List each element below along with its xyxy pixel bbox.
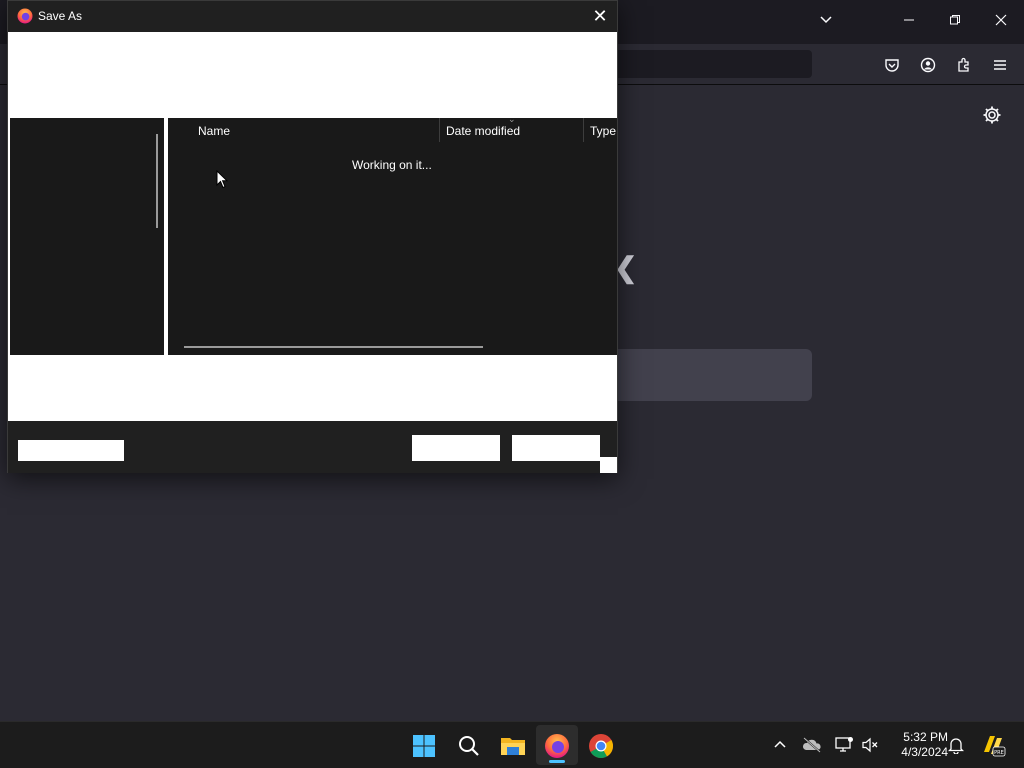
clock-date: 4/3/2024 — [901, 745, 948, 759]
column-header-type[interactable]: Type — [584, 118, 617, 144]
dialog-title: Save As — [38, 9, 83, 23]
navigation-pane[interactable] — [10, 118, 164, 355]
search-box[interactable] — [612, 349, 812, 401]
restore-icon[interactable] — [940, 10, 970, 34]
list-all-tabs-icon[interactable] — [811, 10, 841, 34]
resize-grip[interactable] — [600, 457, 617, 473]
mouse-pointer-icon — [216, 169, 229, 194]
dialog-footer — [8, 421, 617, 473]
taskbar: 5:32 PM 4/3/2024 PRE — [0, 721, 1024, 768]
copilot-pre-icon[interactable]: PRE — [980, 732, 1006, 758]
chrome-icon[interactable] — [583, 728, 619, 764]
address-area — [8, 32, 617, 118]
url-bar[interactable] — [610, 50, 812, 78]
menu-icon[interactable] — [987, 52, 1013, 78]
account-icon[interactable] — [915, 52, 941, 78]
file-explorer-icon[interactable] — [495, 728, 531, 764]
svg-text:PRE: PRE — [994, 750, 1004, 756]
filename-area — [8, 355, 617, 421]
onedrive-offline-icon[interactable] — [801, 734, 823, 756]
search-icon[interactable] — [451, 728, 487, 764]
column-header-name[interactable]: Name — [192, 118, 440, 144]
save-as-dialog: Save As ✕ Name ⌄ Date modified Type Work… — [7, 0, 618, 473]
volume-muted-icon[interactable] — [859, 734, 881, 756]
horizontal-scrollbar[interactable] — [184, 346, 483, 348]
loading-status: Working on it... — [352, 158, 432, 172]
firefox-taskbar-icon[interactable] — [539, 728, 575, 764]
show-hidden-icons-chevron-icon[interactable] — [769, 734, 791, 756]
clock-time: 5:32 PM — [903, 730, 948, 744]
start-windows-icon[interactable] — [406, 728, 442, 764]
firefox-icon — [17, 8, 33, 29]
notifications-bell-icon[interactable] — [945, 734, 967, 756]
column-header-date-modified[interactable]: Date modified — [440, 118, 584, 144]
pocket-icon[interactable] — [879, 52, 905, 78]
network-icon[interactable] — [833, 734, 855, 756]
close-window-icon[interactable] — [986, 10, 1016, 34]
navigation-scrollbar[interactable] — [156, 134, 158, 228]
extensions-icon[interactable] — [951, 52, 977, 78]
settings-gear-icon[interactable] — [982, 105, 1002, 130]
minimize-icon[interactable] — [894, 10, 924, 34]
file-list-pane[interactable]: Name ⌄ Date modified Type Working on it.… — [168, 114, 617, 355]
hide-folders-button[interactable] — [18, 440, 124, 461]
cancel-button[interactable] — [512, 435, 600, 461]
system-clock[interactable]: 5:32 PM 4/3/2024 — [884, 730, 948, 760]
dialog-titlebar: Save As ✕ — [8, 1, 617, 32]
save-button[interactable] — [412, 435, 500, 461]
active-app-indicator — [549, 760, 565, 763]
close-icon[interactable]: ✕ — [589, 5, 611, 27]
